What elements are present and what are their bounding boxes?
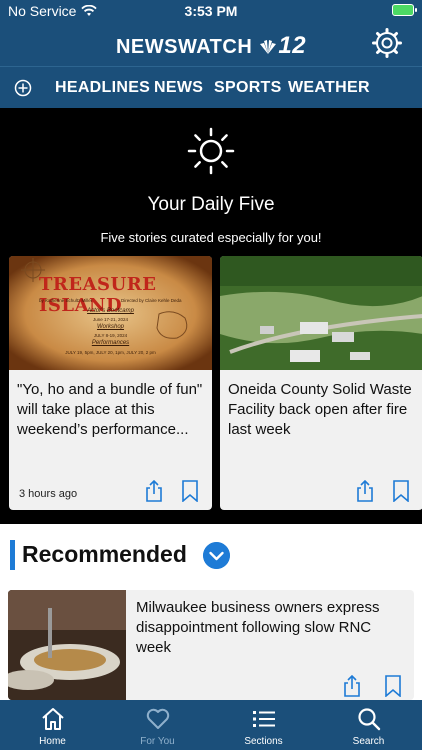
heart-icon xyxy=(146,708,170,729)
tab-label: Sections xyxy=(244,736,283,747)
search-icon xyxy=(358,708,381,731)
app-header: NEWSWATCH 12 xyxy=(0,22,422,66)
battery-icon xyxy=(392,4,417,16)
share-icon[interactable] xyxy=(144,480,164,502)
tab-label: Home xyxy=(39,736,66,747)
poster-line6: JULY 19, 5pm, JULY 20, 1pm, JULY 20, 2 p… xyxy=(65,350,156,355)
poster-line4: JULY 8-19, 2024 xyxy=(93,333,128,338)
home-icon xyxy=(42,708,64,730)
poster-line1: Actor's Bootcamp xyxy=(87,308,134,314)
recommended-accent-bar xyxy=(10,540,15,570)
share-icon[interactable] xyxy=(342,675,362,697)
app-logo: NEWSWATCH 12 xyxy=(0,32,422,60)
poster-line5: Performances xyxy=(91,340,130,346)
poster-line3: Workshop xyxy=(96,324,124,330)
recommended-story-title[interactable]: Milwaukee business owners express disapp… xyxy=(136,598,404,658)
poster-line2: June 17-21, 2024 xyxy=(92,317,129,322)
restaurant-photo xyxy=(8,590,126,700)
aerial-facility-photo xyxy=(220,256,422,370)
section-nav: HEADLINES NEWS SPORTS WEATHER xyxy=(0,66,422,108)
story-card[interactable]: Oneida County Solid Waste Facility back … xyxy=(220,256,422,510)
daily-five-section: Your Daily Five Five stories curated esp… xyxy=(0,108,422,524)
list-icon xyxy=(253,711,275,727)
nav-headlines[interactable]: HEADLINES xyxy=(55,79,150,97)
recommended-story-card[interactable]: Milwaukee business owners express disapp… xyxy=(8,590,414,700)
nav-weather[interactable]: WEATHER xyxy=(288,79,370,97)
chevron-down-icon[interactable] xyxy=(203,542,230,569)
tab-search[interactable]: Search xyxy=(316,700,421,750)
add-section-icon[interactable] xyxy=(14,79,32,97)
daily-five-title: Your Daily Five xyxy=(147,194,275,215)
logo-text: NEWSWATCH xyxy=(115,36,253,58)
nav-news[interactable]: NEWS xyxy=(154,79,203,97)
settings-gear-icon[interactable] xyxy=(372,28,402,58)
treasure-island-poster: TREASURE ISLAND by Katherine Schultz Mil… xyxy=(9,256,212,370)
bookmark-icon[interactable] xyxy=(392,480,410,502)
recommended-heading: Recommended xyxy=(22,541,187,567)
logo-number: 12 xyxy=(278,32,307,59)
status-time: 3:53 PM xyxy=(184,3,238,19)
story-title[interactable]: "Yo, ho and a bundle of fun" will take p… xyxy=(17,380,204,440)
poster-byline: by Katherine Schultz Miller xyxy=(39,298,93,303)
tab-label: For You xyxy=(140,736,175,747)
tab-home[interactable]: Home xyxy=(0,700,105,750)
sun-icon xyxy=(187,127,235,175)
story-card[interactable]: TREASURE ISLAND by Katherine Schultz Mil… xyxy=(9,256,212,510)
bookmark-icon[interactable] xyxy=(384,675,402,697)
daily-five-subtitle: Five stories curated especially for you! xyxy=(100,230,322,245)
share-icon[interactable] xyxy=(355,480,375,502)
tab-sections[interactable]: Sections xyxy=(211,700,316,750)
tab-for-you[interactable]: For You xyxy=(105,700,210,750)
tab-label: Search xyxy=(352,736,385,747)
story-timestamp: 3 hours ago xyxy=(19,488,78,500)
poster-director: Directed by Claire Kehle Deda xyxy=(121,298,182,303)
bookmark-icon[interactable] xyxy=(181,480,199,502)
status-bar: No Service 3:53 PM xyxy=(0,0,422,22)
story-title[interactable]: Oneida County Solid Waste Facility back … xyxy=(228,380,415,440)
peacock-icon xyxy=(260,40,277,54)
nav-sports[interactable]: SPORTS xyxy=(214,79,282,97)
tab-bar: Home For You Sections Search xyxy=(0,700,422,750)
